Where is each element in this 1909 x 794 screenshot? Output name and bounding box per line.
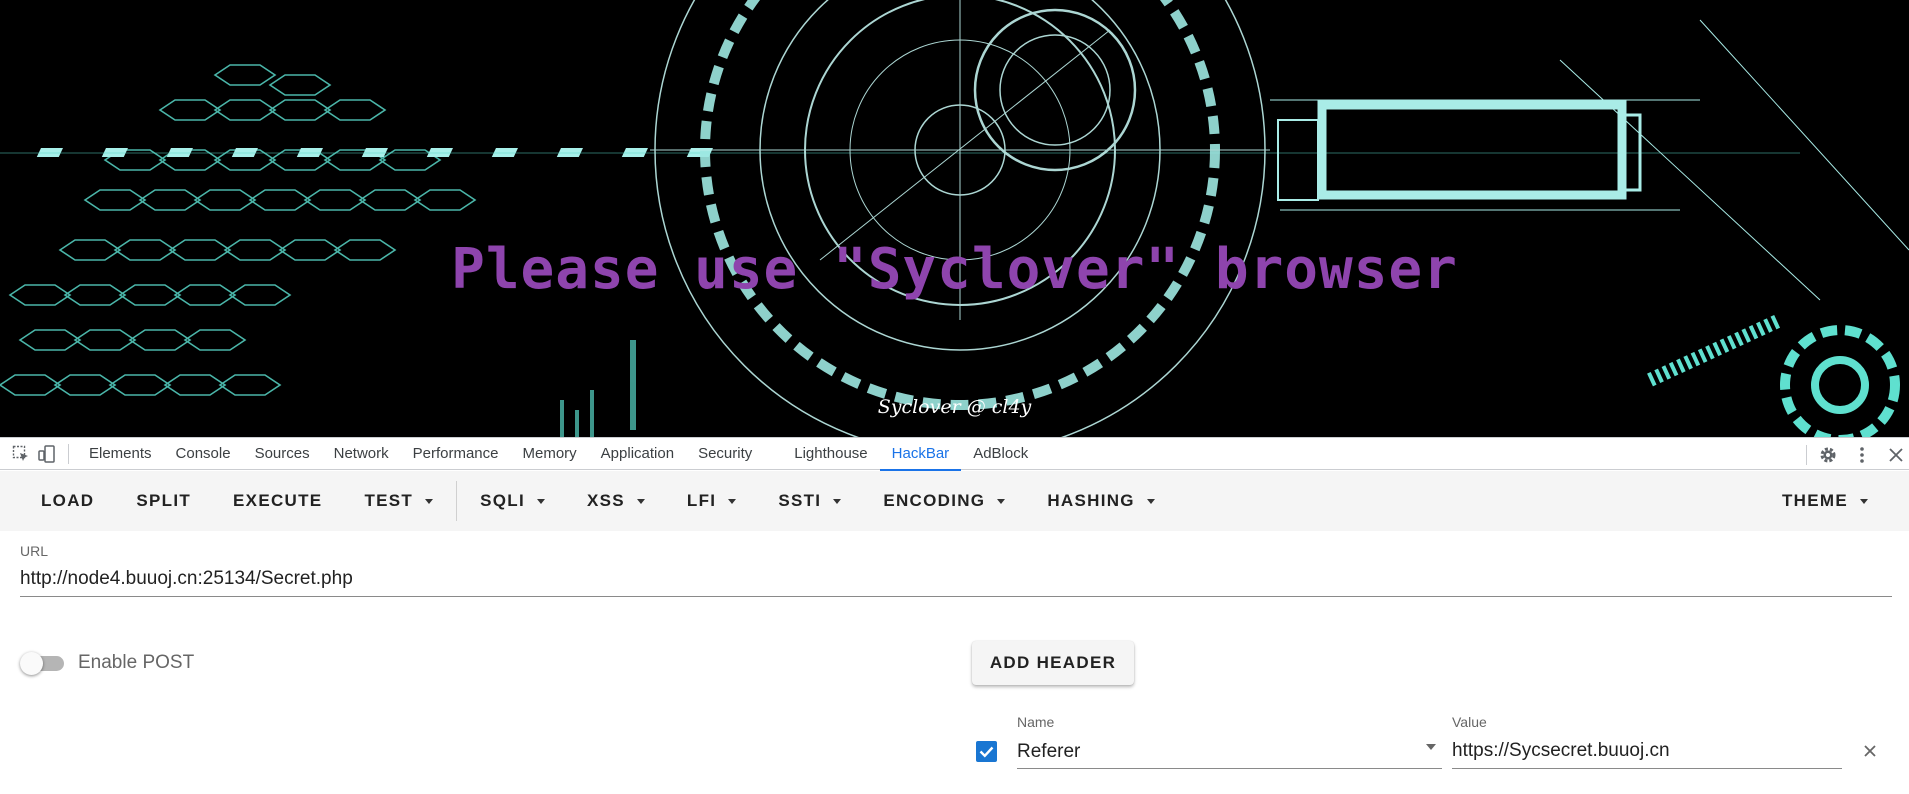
- split-button-label: SPLIT: [136, 491, 192, 510]
- remove-header-icon[interactable]: [1860, 741, 1880, 761]
- tab-adblock[interactable]: AdBlock: [961, 437, 1040, 470]
- tab-performance[interactable]: Performance: [401, 437, 511, 470]
- page-credit: Syclover @ cl4y: [877, 396, 1032, 418]
- toolbar-divider: [456, 481, 458, 521]
- checkmark-icon: [979, 746, 994, 758]
- page-hero: Please use "Syclover" browser Syclover @…: [0, 0, 1909, 437]
- xss-menu-button[interactable]: XSS: [566, 471, 666, 531]
- settings-gear-icon[interactable]: [1815, 442, 1841, 468]
- caret-down-icon: [536, 498, 545, 504]
- hud-background-graphic: [0, 0, 1909, 437]
- add-header-button[interactable]: ADD HEADER: [972, 641, 1134, 685]
- tab-network[interactable]: Network: [322, 437, 401, 470]
- header-enabled-checkbox[interactable]: [976, 741, 997, 762]
- inspect-element-icon[interactable]: [8, 441, 34, 467]
- header-name-label: Name: [1017, 714, 1055, 730]
- test-button-label: TEST: [364, 491, 414, 510]
- encoding-menu-button[interactable]: ENCODING: [862, 471, 1026, 531]
- device-toolbar-icon[interactable]: [34, 441, 60, 467]
- header-name-value: Referer: [1017, 741, 1081, 762]
- execute-button[interactable]: EXECUTE: [212, 471, 343, 531]
- page-title: Please use "Syclover" browser: [451, 237, 1458, 302]
- devtools-actions: [1798, 438, 1909, 471]
- load-button-label: LOAD: [41, 491, 95, 510]
- caret-down-icon: [1146, 498, 1155, 504]
- hashing-menu-button[interactable]: HASHING: [1026, 471, 1176, 531]
- url-label: URL: [20, 543, 49, 559]
- encoding-button-label: ENCODING: [883, 491, 986, 510]
- header-value-label: Value: [1452, 714, 1487, 730]
- lfi-button-label: LFI: [686, 491, 717, 510]
- ssti-menu-button[interactable]: SSTI: [757, 471, 862, 531]
- execute-button-label: EXECUTE: [233, 491, 323, 510]
- tab-security[interactable]: Security: [686, 437, 764, 470]
- theme-button-label: THEME: [1782, 491, 1848, 510]
- hackbar-toolbar: LOAD SPLIT EXECUTE TEST SQLI XSS LFI SST…: [0, 471, 1909, 531]
- add-header-label: ADD HEADER: [989, 653, 1117, 672]
- sqli-menu-button[interactable]: SQLI: [459, 471, 566, 531]
- enable-post-toggle[interactable]: [20, 651, 68, 675]
- header-value-input[interactable]: [1452, 734, 1842, 769]
- caret-down-icon: [425, 498, 434, 504]
- enable-post-label: Enable POST: [78, 652, 195, 673]
- theme-menu-button[interactable]: THEME: [1761, 471, 1889, 531]
- toggle-thumb: [20, 652, 43, 675]
- header-name-select[interactable]: Referer: [1017, 734, 1442, 769]
- xss-button-label: XSS: [586, 491, 625, 510]
- caret-down-icon: [728, 498, 737, 504]
- toolbar-divider: [68, 443, 69, 464]
- tab-elements[interactable]: Elements: [77, 437, 164, 470]
- lfi-menu-button[interactable]: LFI: [666, 471, 757, 531]
- ssti-button-label: SSTI: [778, 491, 822, 510]
- hashing-button-label: HASHING: [1047, 491, 1135, 510]
- url-input[interactable]: [20, 561, 1892, 597]
- chevron-down-icon: [1426, 744, 1436, 750]
- tab-console[interactable]: Console: [164, 437, 243, 470]
- load-button[interactable]: LOAD: [20, 471, 115, 531]
- devtools-tab-strip: Elements Console Sources Network Perform…: [0, 437, 1909, 471]
- test-menu-button[interactable]: TEST: [343, 471, 454, 531]
- caret-down-icon: [1860, 498, 1868, 504]
- close-devtools-icon[interactable]: [1883, 442, 1909, 468]
- tab-memory[interactable]: Memory: [511, 437, 589, 470]
- tab-sources[interactable]: Sources: [243, 437, 322, 470]
- caret-down-icon: [997, 498, 1006, 504]
- more-options-icon[interactable]: [1849, 442, 1875, 468]
- sqli-button-label: SQLI: [480, 491, 525, 510]
- caret-down-icon: [636, 498, 645, 504]
- caret-down-icon: [833, 498, 842, 504]
- tab-lighthouse[interactable]: Lighthouse: [782, 437, 879, 470]
- tab-application[interactable]: Application: [589, 437, 686, 470]
- tab-hackbar[interactable]: HackBar: [879, 437, 962, 471]
- split-button[interactable]: SPLIT: [115, 471, 212, 531]
